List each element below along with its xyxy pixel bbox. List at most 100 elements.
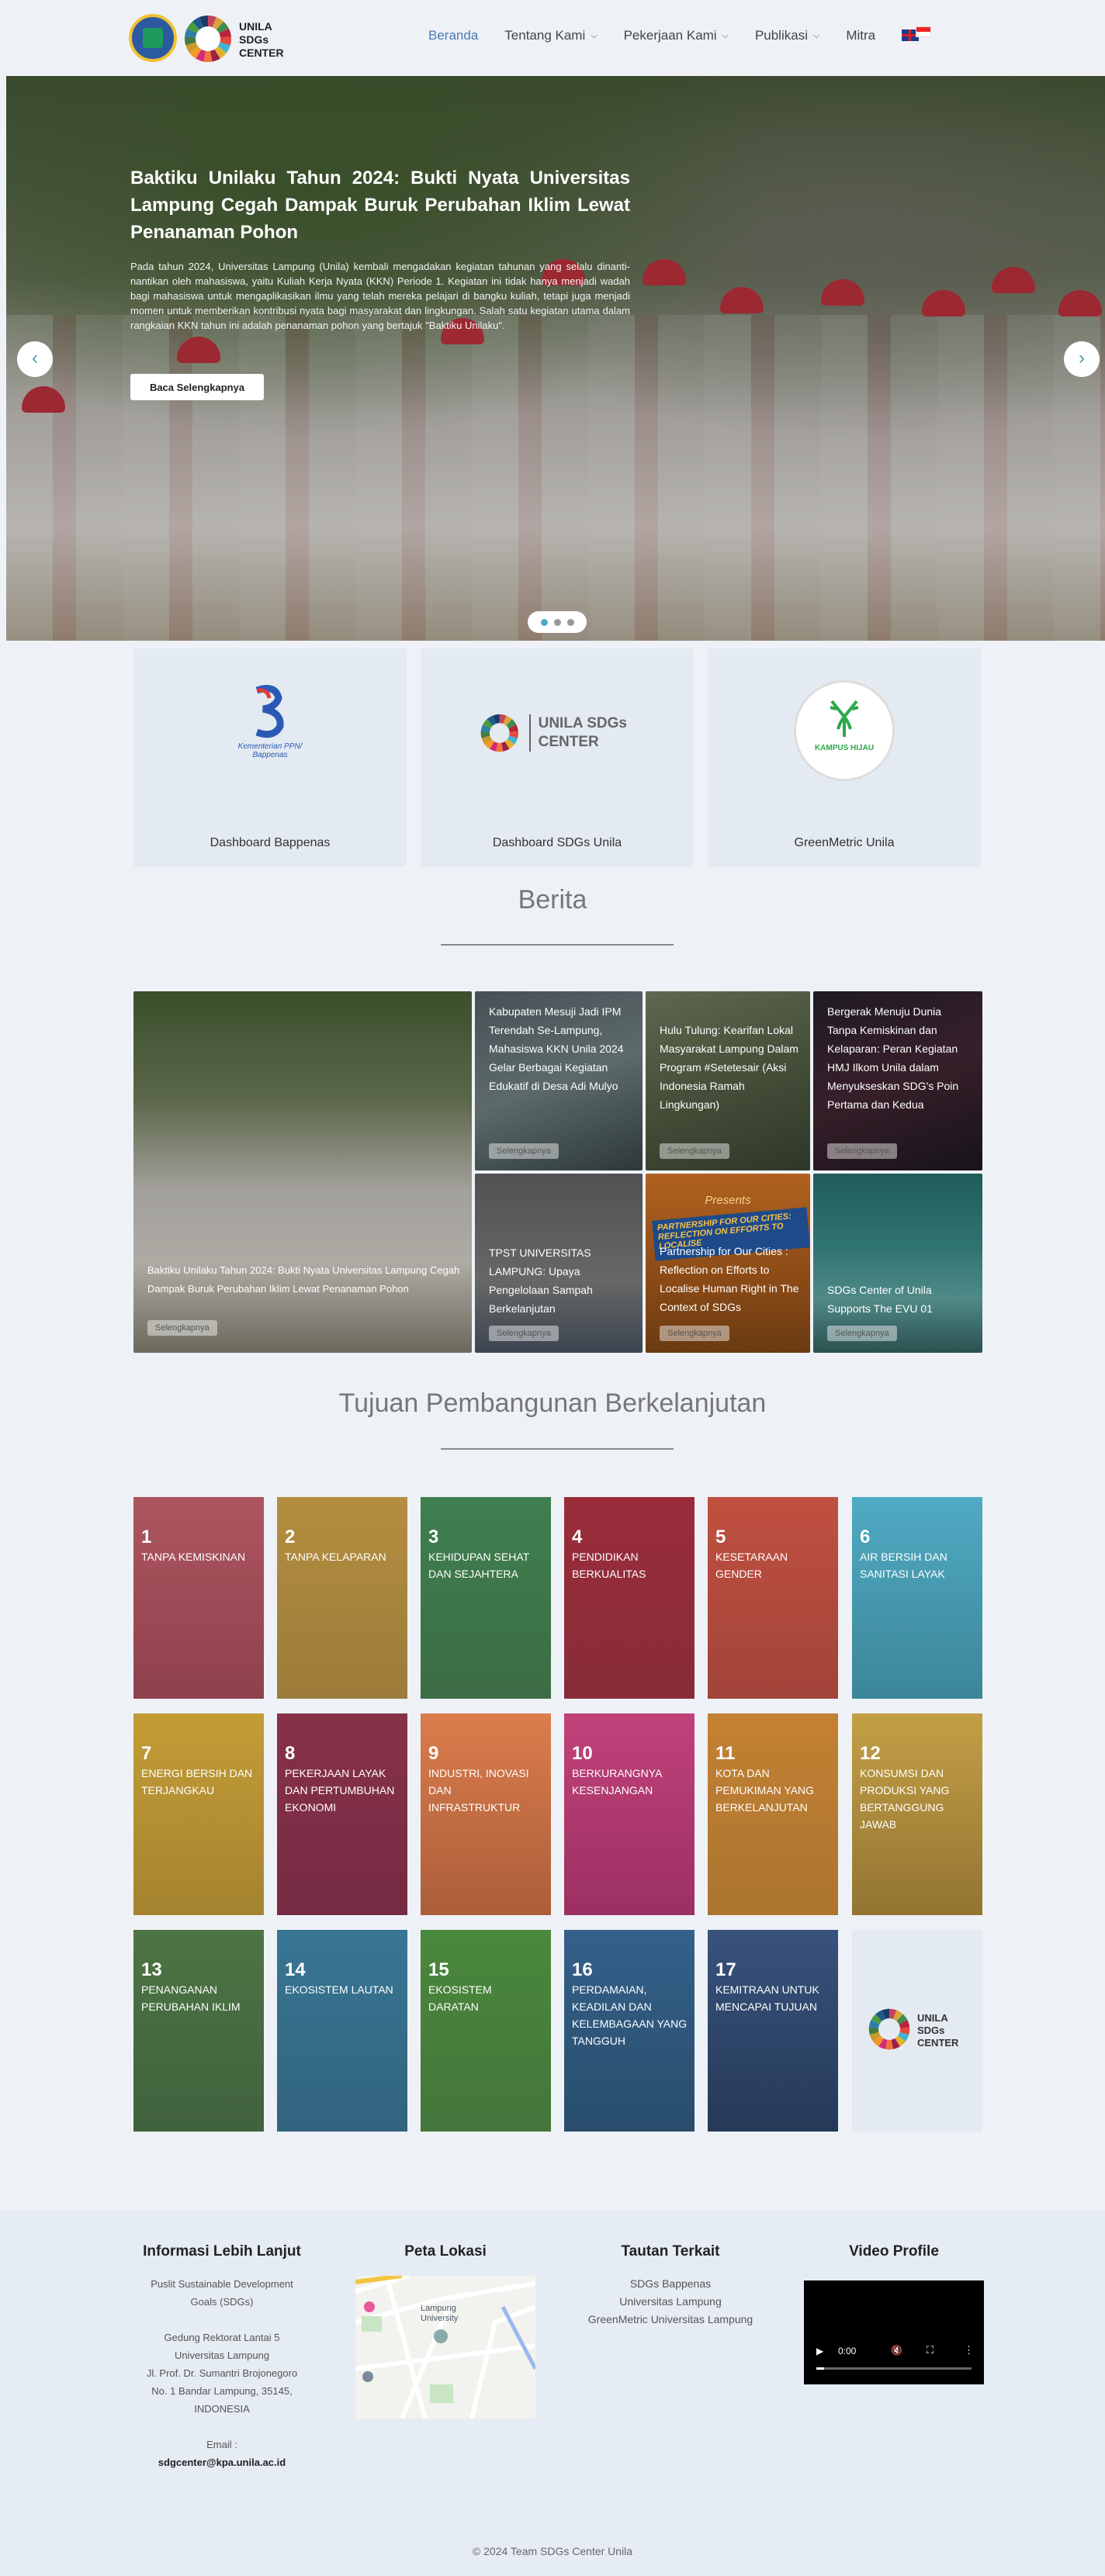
carousel-dot[interactable] — [553, 618, 561, 626]
footer-video-title: Video Profile — [849, 2243, 939, 2260]
unila-logo[interactable] — [129, 14, 177, 62]
read-more-link[interactable]: Selengkapnya — [660, 1143, 729, 1159]
title-divider — [441, 1448, 674, 1450]
sdg-tile-3[interactable]: 3 Kehidupan Sehat dan Sejahtera — [421, 1497, 551, 1699]
video-player[interactable]: ▶ 0:00 🔇 ⛶ ⋮ — [804, 2280, 984, 2384]
nav-item-publikasi[interactable]: Publikasi ⌵ — [755, 28, 819, 43]
dashboard-card-bappenas[interactable]: Kementerian PPN/ Bappenas Dashboard Bapp… — [133, 648, 407, 867]
sdg-name: Air Bersih dan Sanitasi Layak — [860, 1551, 947, 1580]
sdg-number: 9 — [428, 1743, 439, 1764]
footer-email[interactable]: sdgcenter@kpa.unila.ac.id — [129, 2453, 315, 2471]
sdg-number: 16 — [572, 1959, 593, 1980]
title-divider — [441, 944, 674, 946]
nav-item-pekerjaan-kami[interactable]: Pekerjaan Kami ⌵ — [624, 28, 729, 43]
more-options-icon[interactable]: ⋮ — [964, 2344, 974, 2356]
sdg-tile-4[interactable]: 4 Pendidikan Berkualitas — [564, 1497, 695, 1699]
carousel-prev-button[interactable]: ‹ — [17, 341, 53, 377]
read-more-link[interactable]: Selengkapnya — [489, 1326, 559, 1341]
play-icon[interactable]: ▶ — [816, 2346, 823, 2356]
hero-description: Pada tahun 2024, Universitas Lampung (Un… — [130, 261, 630, 331]
footer-link[interactable]: GreenMetric Universitas Lampung — [570, 2311, 771, 2329]
hero-title: Baktiku Unilaku Tahun 2024: Bukti Nyata … — [130, 168, 630, 243]
footer-info-text: Puslit Sustainable Development Goals (SD… — [129, 2275, 315, 2471]
sdg-tile-14[interactable]: 14 Ekosistem Lautan — [277, 1930, 407, 2132]
carousel-next-button[interactable]: › — [1064, 341, 1100, 377]
footer-links: SDGs Bappenas Universitas Lampung GreenM… — [570, 2275, 771, 2329]
nav-item-beranda[interactable]: Beranda — [428, 28, 478, 43]
news-section-title: Berita — [518, 885, 587, 915]
nav-item-mitra[interactable]: Mitra — [846, 28, 875, 43]
sdgs-center-tile[interactable]: UNILA SDGs CENTER — [852, 1930, 982, 2132]
footer-map-title: Peta Lokasi — [404, 2243, 487, 2260]
logo-text: UNILA SDGs CENTER — [239, 20, 284, 59]
location-map[interactable]: Lampung University — [355, 2276, 535, 2419]
sdg-tile-17[interactable]: 17 Kemitraan untuk Mencapai Tujuan — [708, 1930, 838, 2132]
sdg-number: 17 — [715, 1959, 736, 1980]
news-card[interactable]: Bergerak Menuju Dunia Tanpa Kemiskinan d… — [813, 991, 982, 1170]
read-more-link[interactable]: Selengkapnya — [827, 1326, 897, 1341]
read-more-button[interactable]: Baca Selengkapnya — [130, 374, 264, 400]
chevron-down-icon: ⌵ — [722, 30, 729, 40]
sdg-tile-15[interactable]: 15 Ekosistem Daratan — [421, 1930, 551, 2132]
sdg-section-title: Tujuan Pembangunan Berkelanjutan — [338, 1388, 767, 1418]
footer-link[interactable]: Universitas Lampung — [570, 2293, 771, 2311]
sdg-tile-10[interactable]: 10 Berkurangnya Kesenjangan — [564, 1713, 695, 1915]
sdg-tile-1[interactable]: 1 Tanpa Kemiskinan — [133, 1497, 264, 1699]
sdg-name: Tanpa Kelaparan — [285, 1551, 386, 1563]
sdg-name: Perdamaian, Keadilan dan Kelembagaan yan… — [572, 1983, 688, 2047]
kampus-hijau-logo: KAMPUS HIJAU — [796, 683, 892, 779]
footer-link[interactable]: SDGs Bappenas — [570, 2275, 771, 2293]
dashboard-card-greenmetric[interactable]: KAMPUS HIJAU GreenMetric Unila — [708, 648, 981, 867]
sdg-name: Kota dan Pemukiman yang Berkelanjutan — [715, 1767, 815, 1814]
sdg-name: Tanpa Kemiskinan — [141, 1551, 246, 1563]
news-card[interactable]: TPST UNIVERSITAS LAMPUNG: Upaya Pengelol… — [475, 1174, 643, 1353]
carousel-dot[interactable] — [540, 618, 548, 626]
fullscreen-icon[interactable]: ⛶ — [927, 2344, 934, 2356]
sdg-tile-2[interactable]: 2 Tanpa Kelaparan — [277, 1497, 407, 1699]
sdg-tile-13[interactable]: 13 Penanganan Perubahan Iklim — [133, 1930, 264, 2132]
sdg-tile-7[interactable]: 7 Energi Bersih dan Terjangkau — [133, 1713, 264, 1915]
carousel-indicators — [528, 611, 587, 633]
sdg-tile-11[interactable]: 11 Kota dan Pemukiman yang Berkelanjutan — [708, 1713, 838, 1915]
sdg-name: Industri, Inovasi dan Infrastruktur — [428, 1767, 529, 1814]
dashboard-card-sdgs-unila[interactable]: UNILA SDGs CENTER Dashboard SDGs Unila — [421, 648, 694, 867]
sdg-number: 2 — [285, 1527, 296, 1547]
sdg-number: 5 — [715, 1527, 726, 1547]
news-card[interactable]: Presents PARTNERSHIP FOR OUR CITIES: REF… — [646, 1174, 810, 1353]
sdg-tile-9[interactable]: 9 Industri, Inovasi dan Infrastruktur — [421, 1713, 551, 1915]
mute-icon[interactable]: 🔇 — [891, 2345, 902, 2356]
read-more-link[interactable]: Selengkapnya — [660, 1326, 729, 1341]
top-navbar: UNILA SDGs CENTER Beranda Tentang Kami ⌵ … — [0, 0, 1105, 76]
sdg-name: Berkurangnya Kesenjangan — [572, 1767, 662, 1796]
sdg-tile-5[interactable]: 5 Kesetaraan Gender — [708, 1497, 838, 1699]
sdg-number: 8 — [285, 1743, 296, 1764]
sdg-name: Kesetaraan Gender — [715, 1551, 788, 1580]
sdg-tile-12[interactable]: 12 Konsumsi dan Produksi yang Bertanggung… — [852, 1713, 982, 1915]
nav-item-tentang-kami[interactable]: Tentang Kami ⌵ — [504, 28, 597, 43]
sdg-name: Pendidikan Berkualitas — [572, 1551, 646, 1580]
sdg-name: Kemitraan untuk Mencapai Tujuan — [715, 1983, 819, 2013]
bappenas-logo: Kementerian PPN/ Bappenas — [227, 684, 313, 759]
sdg-number: 12 — [860, 1743, 881, 1764]
sdg-tile-8[interactable]: 8 Pekerjaan Layak dan Pertumbuhan Ekonomi — [277, 1713, 407, 1915]
video-progress-bar[interactable] — [816, 2367, 972, 2370]
carousel-dot[interactable] — [566, 618, 574, 626]
news-card-featured[interactable]: Baktiku Unilaku Tahun 2024: Bukti Nyata … — [133, 991, 472, 1353]
sdg-number: 15 — [428, 1959, 449, 1980]
sdg-name: Kehidupan Sehat dan Sejahtera — [428, 1551, 529, 1580]
read-more-link[interactable]: Selengkapnya — [827, 1143, 897, 1159]
news-card[interactable]: SDGs Center of Unila Supports The EVU 01… — [813, 1174, 982, 1353]
sdg-tile-6[interactable]: 6 Air Bersih dan Sanitasi Layak — [852, 1497, 982, 1699]
news-card[interactable]: Kabupaten Mesuji Jadi IPM Terendah Se-La… — [475, 991, 643, 1170]
sdg-name: Konsumsi dan Produksi yang Bertanggung J… — [860, 1767, 950, 1831]
sdg-name: Ekosistem Lautan — [285, 1983, 393, 1996]
sdg-tile-16[interactable]: 16 Perdamaian, Keadilan dan Kelembagaan y… — [564, 1930, 695, 2132]
sdgs-wheel-logo[interactable] — [183, 14, 233, 64]
news-card[interactable]: Hulu Tulung: Kearifan Lokal Masyarakat L… — [646, 991, 810, 1170]
footer-info-title: Informasi Lebih Lanjut — [143, 2243, 301, 2260]
footer-links-title: Tautan Terkait — [621, 2243, 720, 2260]
read-more-link[interactable]: Selengkapnya — [147, 1320, 217, 1336]
language-flag-icon[interactable] — [902, 26, 932, 41]
read-more-link[interactable]: Selengkapnya — [489, 1143, 559, 1159]
hero-carousel — [6, 76, 1105, 641]
